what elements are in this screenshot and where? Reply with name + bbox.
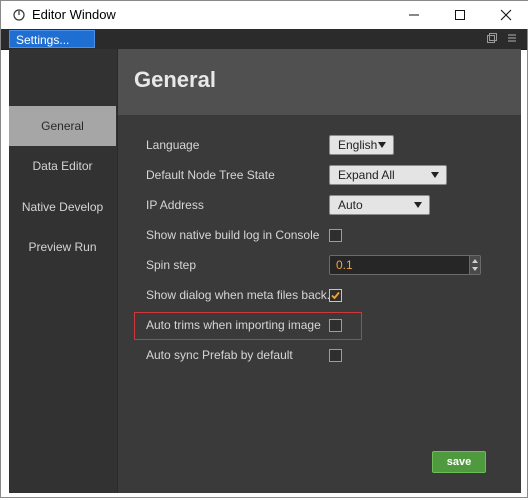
window-title: Editor Window [32, 7, 116, 22]
title-bar: Editor Window [1, 1, 529, 29]
sidebar-item-preview-run[interactable]: Preview Run [9, 227, 116, 267]
chevron-up-icon [472, 259, 478, 263]
show-dialog-meta-label: Show dialog when meta files back... [146, 288, 337, 302]
app-icon [13, 9, 25, 21]
show-dialog-meta-checkbox[interactable] [329, 289, 342, 302]
chevron-down-icon [472, 267, 478, 271]
spin-step-stepper[interactable] [469, 256, 480, 274]
spin-step-label: Spin step [146, 258, 197, 272]
spin-step-input[interactable]: 0.1 [329, 255, 481, 275]
chevron-down-icon [414, 202, 422, 208]
checkmark-icon [331, 291, 340, 300]
auto-sync-prefab-label: Auto sync Prefab by default [146, 348, 293, 362]
language-label: Language [146, 138, 200, 152]
spin-step-value: 0.1 [336, 258, 353, 272]
default-node-tree-state-value: Expand All [338, 168, 395, 182]
minimize-button[interactable] [391, 1, 437, 29]
ip-address-label: IP Address [146, 198, 204, 212]
panel-header: General [118, 49, 521, 115]
chevron-down-icon [431, 172, 439, 178]
auto-sync-prefab-checkbox[interactable] [329, 349, 342, 362]
sidebar-item-native-develop[interactable]: Native Develop [9, 187, 116, 227]
sidebar-item-data-editor[interactable]: Data Editor [9, 146, 116, 186]
sidebar-item-general[interactable]: General [9, 106, 116, 146]
close-button[interactable] [483, 1, 529, 29]
default-node-tree-state-select[interactable]: Expand All [329, 165, 447, 185]
highlight-box [134, 312, 362, 340]
show-native-build-log-label: Show native build log in Console [146, 228, 320, 242]
editor-window: Editor Window Settings... General Data E… [0, 0, 529, 498]
popout-icon[interactable] [487, 33, 497, 43]
close-icon [500, 9, 512, 21]
tab-strip: Settings... [1, 29, 527, 50]
tab-settings[interactable]: Settings... [9, 30, 95, 48]
settings-sidebar: General Data Editor Native Develop Previ… [9, 49, 118, 493]
language-value: English [338, 138, 378, 152]
minimize-icon [409, 14, 419, 16]
save-button[interactable]: save [432, 451, 486, 473]
default-node-tree-state-label: Default Node Tree State [146, 168, 275, 182]
general-panel: General Language English Default Node Tr… [118, 49, 521, 493]
menu-icon[interactable] [507, 33, 517, 43]
chevron-down-icon [378, 142, 386, 148]
maximize-icon [455, 10, 465, 20]
show-native-build-log-checkbox[interactable] [329, 229, 342, 242]
ip-address-value: Auto [338, 198, 363, 212]
settings-content: General Data Editor Native Develop Previ… [9, 49, 521, 493]
page-title: General [134, 67, 216, 92]
ip-address-select[interactable]: Auto [329, 195, 430, 215]
maximize-button[interactable] [437, 1, 483, 29]
language-select[interactable]: English [329, 135, 394, 155]
